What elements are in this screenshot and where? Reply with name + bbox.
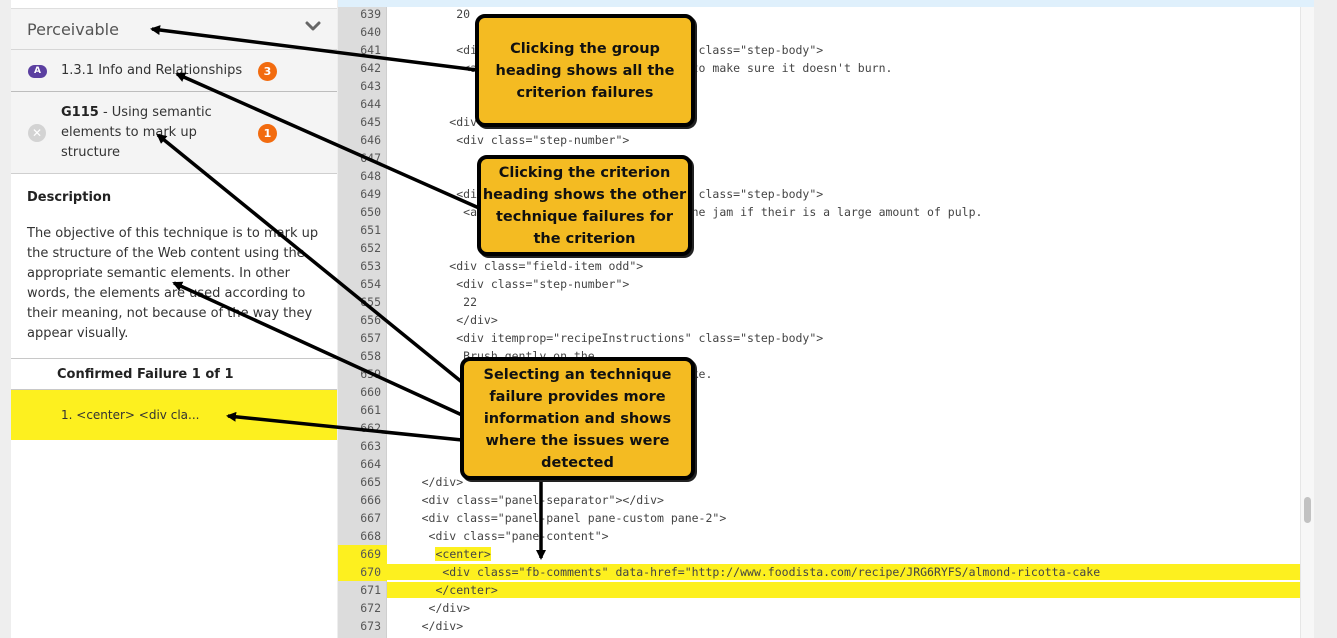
line-number: 656 bbox=[360, 313, 381, 327]
line-code: <div itemprop="recipeInstructions" class… bbox=[387, 331, 824, 345]
code-line: 667 <div class="panel-panel pane-custom … bbox=[338, 509, 1300, 527]
line-code: <div class="step-number"> bbox=[387, 133, 630, 147]
callout-group-heading: Clicking the group heading shows all the… bbox=[475, 14, 695, 127]
confirmed-failure-count: Confirmed Failure 1 of 1 bbox=[57, 367, 234, 382]
close-circle-icon: ✕ bbox=[28, 124, 46, 142]
line-number: 644 bbox=[360, 97, 381, 111]
line-number: 646 bbox=[360, 133, 381, 147]
line-number: 667 bbox=[360, 511, 381, 525]
line-number: 649 bbox=[360, 187, 381, 201]
scrollbar-thumb[interactable] bbox=[1304, 497, 1311, 523]
technique-failure-count: 1 bbox=[258, 124, 277, 143]
line-number: 668 bbox=[360, 529, 381, 543]
code-line: 656 </div> bbox=[338, 311, 1300, 329]
code-line: 653 <div class="field-item odd"> bbox=[338, 257, 1300, 275]
line-number: 658 bbox=[360, 349, 381, 363]
highlighted-code: <center> bbox=[435, 547, 491, 561]
code-line: 666 <div class="panel-separator"></div> bbox=[338, 491, 1300, 509]
technique-description: Description The objective of this techni… bbox=[11, 174, 337, 359]
line-code: <div class="step-number"> bbox=[387, 277, 630, 291]
code-line: 655 22 bbox=[338, 293, 1300, 311]
line-number: 653 bbox=[360, 259, 381, 273]
line-code: <div class="panel-panel pane-custom pane… bbox=[387, 511, 727, 525]
line-code: 22 bbox=[387, 295, 478, 309]
technique-failure-row[interactable]: ✕ G115 - Using semantic elements to mark… bbox=[11, 92, 337, 174]
line-number: 650 bbox=[360, 205, 381, 219]
line-highlight bbox=[387, 582, 1300, 598]
criterion-heading[interactable]: A 1.3.1 Info and Relationships 3 bbox=[11, 50, 337, 92]
line-number: 645 bbox=[360, 115, 381, 129]
line-number: 643 bbox=[360, 79, 381, 93]
criterion-failure-count: 3 bbox=[258, 62, 277, 81]
line-number: 642 bbox=[360, 61, 381, 75]
line-code: 20 bbox=[387, 7, 471, 21]
line-code: </div> bbox=[387, 601, 471, 615]
line-code: </div> bbox=[387, 619, 464, 633]
line-code: <div class="field-item odd"> bbox=[387, 259, 644, 273]
line-number: 659 bbox=[360, 367, 381, 381]
line-number: 665 bbox=[360, 475, 381, 489]
description-heading: Description bbox=[27, 190, 112, 205]
line-number: 655 bbox=[360, 295, 381, 309]
line-number: 639 bbox=[360, 7, 381, 21]
confirmed-failure-header: Confirmed Failure 1 of 1 bbox=[11, 359, 337, 390]
code-line: 670 <div class="fb-comments" data-href="… bbox=[338, 563, 1300, 581]
chevron-down-icon[interactable] bbox=[305, 18, 321, 34]
code-line: 654 <div class="step-number"> bbox=[338, 275, 1300, 293]
technique-separator: - bbox=[98, 105, 112, 120]
line-number: 648 bbox=[360, 169, 381, 183]
line-number: 660 bbox=[360, 385, 381, 399]
line-number: 654 bbox=[360, 277, 381, 291]
line-number: 664 bbox=[360, 457, 381, 471]
sidebar-top-gap bbox=[11, 0, 337, 8]
line-number: 666 bbox=[360, 493, 381, 507]
code-line: 646 <div class="step-number"> bbox=[338, 131, 1300, 149]
technique-id: G115 bbox=[61, 105, 99, 120]
line-number: 661 bbox=[360, 403, 381, 417]
code-line: 671 </center> bbox=[338, 581, 1300, 599]
level-a-badge: A bbox=[28, 65, 47, 78]
group-title: Perceivable bbox=[27, 20, 119, 39]
line-number: 652 bbox=[360, 241, 381, 255]
failure-item-label: 1. <center> <div cla... bbox=[61, 408, 200, 422]
line-code: <div class="fb-comments" data-href="http… bbox=[387, 565, 1101, 579]
line-number: 673 bbox=[360, 619, 381, 633]
line-code: <div class="pane-content"> bbox=[387, 529, 609, 543]
line-number: 669 bbox=[338, 545, 387, 563]
code-line: 669 <center> bbox=[338, 545, 1300, 563]
line-code: <center> bbox=[387, 545, 491, 563]
line-number: 662 bbox=[360, 421, 381, 435]
line-code: <div class="panel-separator"></div> bbox=[387, 493, 664, 507]
vertical-scrollbar[interactable] bbox=[1300, 7, 1314, 638]
line-number: 672 bbox=[360, 601, 381, 615]
criterion-label: 1.3.1 Info and Relationships bbox=[61, 63, 243, 78]
line-number: 651 bbox=[360, 223, 381, 237]
line-number: 640 bbox=[360, 25, 381, 39]
failure-list-item[interactable]: 1. <center> <div cla... bbox=[11, 390, 337, 440]
description-text: The objective of this technique is to ma… bbox=[27, 226, 319, 341]
line-number: 670 bbox=[338, 563, 387, 581]
line-code: </div> bbox=[387, 313, 498, 327]
code-line: 673 </div> bbox=[338, 617, 1300, 635]
line-number: 671 bbox=[360, 583, 381, 597]
code-line: 668 <div class="pane-content"> bbox=[338, 527, 1300, 545]
line-code: </div> bbox=[387, 475, 464, 489]
line-code: </center> bbox=[387, 583, 498, 597]
group-heading-perceivable[interactable]: Perceivable bbox=[11, 8, 337, 50]
callout-technique-failure: Selecting an technique failure provides … bbox=[460, 357, 695, 480]
code-line: 672 </div> bbox=[338, 599, 1300, 617]
technique-label: G115 - Using semantic elements to mark u… bbox=[61, 103, 231, 163]
results-sidebar: Perceivable A 1.3.1 Info and Relationshi… bbox=[11, 0, 337, 638]
line-number: 663 bbox=[360, 439, 381, 453]
callout-criterion-heading: Clicking the criterion heading shows the… bbox=[477, 155, 692, 256]
line-number: 647 bbox=[360, 151, 381, 165]
line-number: 641 bbox=[360, 43, 381, 57]
line-number: 657 bbox=[360, 331, 381, 345]
code-line: 657 <div itemprop="recipeInstructions" c… bbox=[338, 329, 1300, 347]
